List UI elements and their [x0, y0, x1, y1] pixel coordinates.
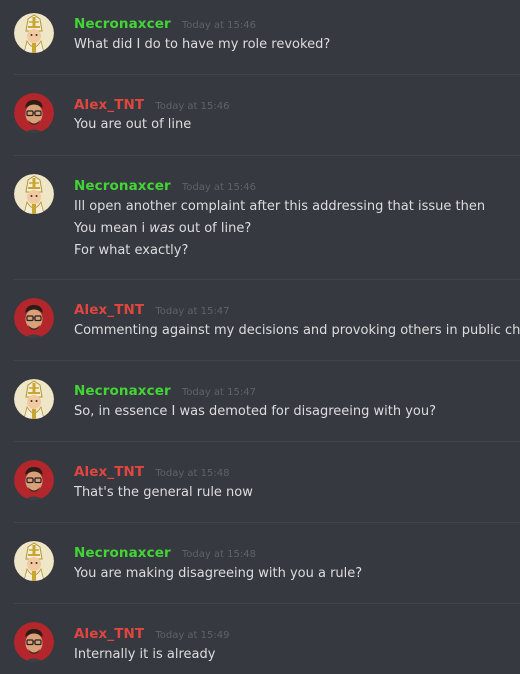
message-text: What did I do to have my role revoked?: [74, 37, 331, 52]
timestamp: Today at 15:46: [155, 101, 230, 112]
message-header: Necronaxcer Today at 15:47: [74, 380, 256, 399]
message-header: Alex_TNT Today at 15:47: [74, 299, 229, 318]
timestamp: Today at 15:46: [181, 182, 256, 193]
timestamp: Today at 15:48: [181, 549, 256, 560]
message-header: Necronaxcer Today at 15:48: [74, 542, 256, 561]
message-header: Necronaxcer Today at 15:46: [74, 13, 256, 32]
timestamp: Today at 15:48: [155, 468, 230, 479]
necronaxcer-avatar-icon[interactable]: [14, 174, 54, 214]
alex-avatar-icon[interactable]: [14, 460, 54, 500]
message-group: Alex_TNT Today at 15:48 That's the gener…: [0, 442, 520, 522]
italic-text: was: [149, 221, 175, 236]
alex-avatar-icon[interactable]: [14, 622, 54, 662]
timestamp: Today at 15:49: [155, 630, 230, 641]
message-header: Alex_TNT Today at 15:46: [74, 94, 229, 113]
author-name[interactable]: Necronaxcer: [74, 383, 171, 399]
alex-avatar-icon[interactable]: [14, 298, 54, 338]
author-name[interactable]: Alex_TNT: [74, 302, 144, 318]
message-header: Necronaxcer Today at 15:46: [74, 175, 256, 194]
text-segment: out of line?: [174, 221, 252, 236]
message-group: Necronaxcer Today at 15:48 You are makin…: [0, 523, 520, 603]
chat-message-list: Necronaxcer Today at 15:46 What did I do…: [0, 0, 520, 674]
message-group: Necronaxcer Today at 15:46 What did I do…: [0, 0, 520, 74]
author-name[interactable]: Alex_TNT: [74, 626, 144, 642]
timestamp: Today at 15:46: [181, 20, 256, 31]
author-name[interactable]: Alex_TNT: [74, 464, 144, 480]
author-name[interactable]: Necronaxcer: [74, 545, 171, 561]
message-header: Alex_TNT Today at 15:48: [74, 461, 229, 480]
message-group: Alex_TNT Today at 15:47 Commenting again…: [0, 280, 520, 360]
author-name[interactable]: Necronaxcer: [74, 178, 171, 194]
author-name[interactable]: Alex_TNT: [74, 97, 144, 113]
message-text: You mean i was out of line?: [74, 221, 251, 237]
message-header: Alex_TNT Today at 15:49: [74, 623, 229, 642]
message-text: That's the general rule now: [74, 485, 253, 500]
message-group: Alex_TNT Today at 15:49 Internally it is…: [0, 604, 520, 674]
message-text: Commenting against my decisions and prov…: [74, 323, 520, 338]
message-text: So, in essence I was demoted for disagre…: [74, 404, 436, 419]
message-group: Necronaxcer Today at 15:47 So, in essenc…: [0, 361, 520, 441]
message-text: You are making disagreeing with you a ru…: [74, 566, 363, 581]
text-segment: You mean i: [74, 221, 150, 236]
timestamp: Today at 15:47: [181, 387, 256, 398]
necronaxcer-avatar-icon[interactable]: [14, 541, 54, 581]
message-text: Internally it is already: [74, 647, 216, 662]
message-text: Ill open another complaint after this ad…: [74, 199, 486, 214]
message-group: Necronaxcer Today at 15:46 Ill open anot…: [0, 156, 520, 279]
author-name[interactable]: Necronaxcer: [74, 16, 171, 32]
message-text: For what exactly?: [74, 243, 189, 258]
alex-avatar-icon[interactable]: [14, 93, 54, 133]
necronaxcer-avatar-icon[interactable]: [14, 13, 54, 53]
message-text: You are out of line: [74, 117, 192, 132]
message-group: Alex_TNT Today at 15:46 You are out of l…: [0, 75, 520, 155]
timestamp: Today at 15:47: [155, 306, 230, 317]
necronaxcer-avatar-icon[interactable]: [14, 379, 54, 419]
